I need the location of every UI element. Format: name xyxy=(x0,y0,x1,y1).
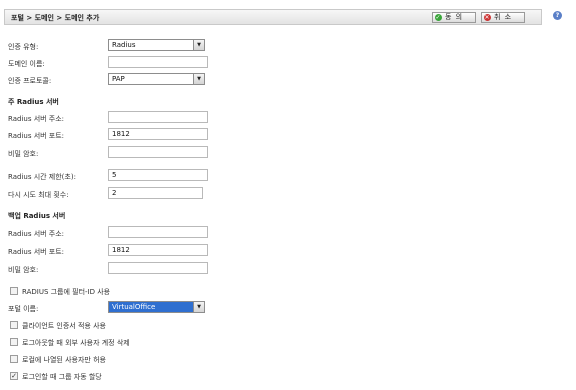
ok-icon: ✓ xyxy=(435,14,442,21)
radius-filter-id-checkbox[interactable] xyxy=(10,287,18,295)
auth-protocol-label: 인증 프로토콜: xyxy=(8,77,52,85)
domain-name-label: 도메인 이름: xyxy=(8,60,45,68)
primary-port-input[interactable]: 1812 xyxy=(108,128,208,140)
domain-name-input[interactable] xyxy=(108,56,208,68)
auth-protocol-value: PAP xyxy=(112,75,125,83)
breadcrumb: 포털 > 도메인 > 도메인 추가 xyxy=(11,14,100,22)
cancel-button[interactable]: ✕ 취 소 xyxy=(481,12,525,23)
only-listed-checkbox[interactable] xyxy=(10,355,18,363)
auth-type-label: 인증 유형: xyxy=(8,43,39,51)
only-listed-label: 로컬에 나열된 사용자만 허용 xyxy=(22,356,106,364)
auto-assign-checkbox[interactable]: ✓ xyxy=(10,372,18,380)
retries-input[interactable]: 2 xyxy=(108,187,203,199)
backup-radius-heading: 백업 Radius 서버 xyxy=(8,212,66,220)
backup-secret-input[interactable] xyxy=(108,262,208,274)
primary-port-label: Radius 서버 포트: xyxy=(8,132,65,140)
ok-button-label: 동 의 xyxy=(445,13,464,21)
portal-name-value: VirtualOffice xyxy=(112,303,156,311)
auth-type-select[interactable]: Radius ▼ xyxy=(108,39,205,51)
backup-address-label: Radius 서버 주소: xyxy=(8,230,65,238)
primary-address-input[interactable] xyxy=(108,111,208,123)
delete-external-label: 로그아웃할 때 외부 사용자 계정 삭제 xyxy=(22,339,130,347)
chevron-down-icon: ▼ xyxy=(193,40,204,50)
auth-type-value: Radius xyxy=(112,41,136,49)
client-cert-checkbox[interactable] xyxy=(10,321,18,329)
timeout-label: Radius 시간 제한(초): xyxy=(8,173,76,181)
help-icon[interactable]: ? xyxy=(553,11,562,20)
primary-secret-label: 비밀 암호: xyxy=(8,150,39,158)
backup-port-input[interactable]: 1812 xyxy=(108,244,208,256)
chevron-down-icon: ▼ xyxy=(193,302,204,312)
primary-address-label: Radius 서버 주소: xyxy=(8,115,65,123)
backup-secret-label: 비밀 암호: xyxy=(8,266,39,274)
chevron-down-icon: ▼ xyxy=(193,74,204,84)
cancel-button-label: 취 소 xyxy=(494,13,513,21)
check-icon: ✓ xyxy=(11,372,17,380)
auth-protocol-select[interactable]: PAP ▼ xyxy=(108,73,205,85)
portal-name-select[interactable]: VirtualOffice ▼ xyxy=(108,301,205,313)
backup-port-label: Radius 서버 포트: xyxy=(8,248,65,256)
primary-radius-heading: 주 Radius 서버 xyxy=(8,98,59,106)
delete-external-checkbox[interactable] xyxy=(10,338,18,346)
cancel-icon: ✕ xyxy=(484,14,491,21)
auto-assign-label: 로그인할 때 그룹 자동 할당 xyxy=(22,373,102,381)
timeout-input[interactable]: 5 xyxy=(108,169,208,181)
retries-label: 다시 시도 최대 횟수: xyxy=(8,191,69,199)
page-header: 포털 > 도메인 > 도메인 추가 ✓ 동 의 ✕ 취 소 xyxy=(4,9,542,25)
client-cert-label: 클라이언트 인증서 적용 사용 xyxy=(22,322,106,330)
backup-address-input[interactable] xyxy=(108,226,208,238)
primary-secret-input[interactable] xyxy=(108,146,208,158)
radius-filter-id-label: RADIUS 그룹에 필터-ID 사용 xyxy=(22,288,111,296)
portal-name-label: 포털 이름: xyxy=(8,305,39,313)
ok-button[interactable]: ✓ 동 의 xyxy=(432,12,476,23)
